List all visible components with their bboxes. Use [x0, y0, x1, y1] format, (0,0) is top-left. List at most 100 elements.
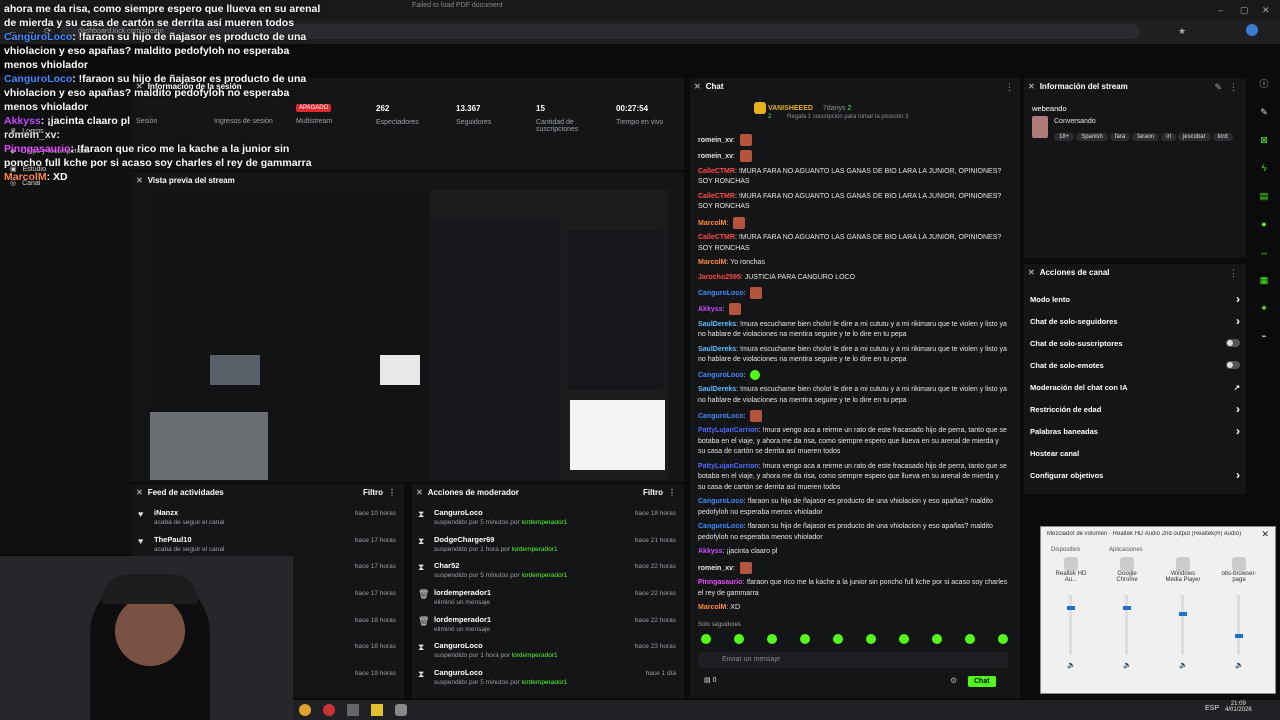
opera-icon[interactable]: [323, 704, 335, 716]
list-item[interactable]: ⧗ CanguroLoco suspendido por 5 minutos por…: [412, 504, 684, 531]
chat-message[interactable]: romein_xv:: [698, 561, 1008, 574]
stream-tag[interactable]: faraon: [1132, 133, 1160, 141]
chat-message[interactable]: CalleCTMR: !MURA FARA NO AGUANTO LAS GAN…: [698, 192, 1008, 213]
slider-knob[interactable]: [1234, 634, 1243, 639]
close-icon[interactable]: ✕: [1028, 268, 1035, 277]
chat-message[interactable]: romein_xv:: [698, 150, 1008, 163]
list-item[interactable]: ⧗ CanguroLoco suspendido por 1 hora por lo…: [412, 637, 684, 664]
chat-bubble-icon[interactable]: ●: [1258, 218, 1270, 230]
stream-tag[interactable]: irl: [1161, 133, 1176, 141]
emote-button[interactable]: [899, 634, 909, 644]
chat-message[interactable]: SaulDereks: !mura escuchame bien cholo! …: [698, 385, 1008, 406]
chat-message[interactable]: SaulDereks: !mura escuchame bien cholo! …: [698, 345, 1008, 366]
emote-button[interactable]: [734, 634, 744, 644]
chat-message[interactable]: CanguroLoco:: [698, 410, 1008, 423]
expand-icon[interactable]: ↔: [1258, 246, 1270, 258]
send-chat-button[interactable]: Chat: [968, 676, 996, 687]
list-item[interactable]: 🗑 lordemperador1 eliminó un mensaje hace 22…: [412, 584, 684, 611]
emote-button[interactable]: [998, 634, 1008, 644]
maximize-icon[interactable]: ▢: [1240, 6, 1249, 15]
list-item[interactable]: ⧗ DodgeCharger69 suspendido por 1 hora por…: [412, 531, 684, 558]
speaker-icon[interactable]: 🔈: [1123, 661, 1132, 669]
emote-button[interactable]: [800, 634, 810, 644]
profile-avatar[interactable]: [1246, 24, 1258, 36]
chat-message[interactable]: Akkyss:: [698, 303, 1008, 316]
chat-message[interactable]: romein_xv:: [698, 134, 1008, 146]
clock[interactable]: 21:09 4/01/2026: [1225, 701, 1252, 713]
volume-slider[interactable]: [1066, 595, 1075, 655]
chat-message[interactable]: CanguroLoco: !faraon su hijo de ñajasor …: [698, 522, 1008, 543]
chrome-icon[interactable]: [299, 704, 311, 716]
list-item[interactable]: ⧗ Char52 suspendido por 5 minutos por lord…: [412, 557, 684, 584]
channel-action-row[interactable]: Hostear canal: [1024, 442, 1246, 464]
layout-icon[interactable]: ▦: [1258, 274, 1270, 286]
slider-knob[interactable]: [1178, 611, 1187, 616]
chevron-right-icon[interactable]: ›: [1236, 402, 1240, 416]
stream-preview-video[interactable]: [150, 190, 668, 480]
close-icon[interactable]: ✕: [1261, 529, 1269, 540]
chat-message[interactable]: CanguroLoco:: [698, 287, 1008, 300]
volume-slider[interactable]: [1178, 595, 1187, 655]
channel-action-row[interactable]: Restricción de edad ›: [1024, 398, 1246, 420]
activity-filter-button[interactable]: Filtro ⋮: [363, 488, 396, 497]
chat-message[interactable]: CalleCTMR: !MURA FARA NO AGUANTO LAS GAN…: [698, 233, 1008, 254]
stream-tag[interactable]: lord: [1212, 133, 1233, 141]
chat-message[interactable]: Pinngasaurio: !faraon que rico me la kac…: [698, 578, 1008, 599]
info-icon[interactable]: ⓘ: [1258, 78, 1270, 90]
slider-knob[interactable]: [1066, 606, 1075, 611]
points-counter[interactable]: ▤ 0: [704, 676, 716, 684]
list-item[interactable]: ♥ ThePaul10 acaba de seguir el canal hace 1…: [132, 531, 404, 558]
minimize-icon[interactable]: –: [1218, 6, 1226, 15]
close-icon[interactable]: ✕: [1262, 6, 1270, 15]
close-box-icon[interactable]: ⊠: [1258, 134, 1270, 146]
emote-button[interactable]: [866, 634, 876, 644]
app-icon[interactable]: [347, 704, 359, 716]
chat-message[interactable]: Jarocho2595: JUSTICIA PARA CANGURO LOCO: [698, 273, 1008, 284]
speaker-icon[interactable]: 🔈: [1235, 661, 1244, 669]
speaker-icon[interactable]: 🔈: [1179, 661, 1188, 669]
chat-message[interactable]: Akkyss: ¡jacinta claaro pl: [698, 547, 1008, 558]
folder-icon[interactable]: [371, 704, 383, 716]
channel-action-row[interactable]: Moderación del chat con IA ↗: [1024, 376, 1246, 398]
more-icon[interactable]: ⋮: [1229, 82, 1238, 93]
clipboard-icon[interactable]: ▤: [1258, 190, 1270, 202]
chevron-right-icon[interactable]: ›: [1236, 314, 1240, 328]
close-icon[interactable]: ✕: [136, 488, 143, 497]
chat-message[interactable]: CanguroLoco: !faraon su hijo de ñajasor …: [698, 497, 1008, 518]
emote-button[interactable]: [932, 634, 942, 644]
stream-tag[interactable]: fara: [1109, 133, 1131, 141]
toggle-switch[interactable]: [1226, 339, 1240, 347]
settings-icon[interactable]: ⚙: [950, 676, 957, 685]
close-icon[interactable]: ✕: [1028, 82, 1035, 91]
close-icon[interactable]: ✕: [694, 82, 701, 91]
volume-slider[interactable]: [1122, 595, 1131, 655]
emote-button[interactable]: [701, 634, 711, 644]
edit-icon[interactable]: ✎: [1258, 106, 1270, 118]
wrench-icon[interactable]: ✦: [1258, 302, 1270, 314]
chat-message[interactable]: CanguroLoco:: [698, 369, 1008, 381]
toggle-switch[interactable]: [1226, 361, 1240, 369]
tab-title[interactable]: Failed to load PDF document: [412, 2, 552, 10]
mod-filter-button[interactable]: Filtro ⋮: [643, 488, 676, 497]
emote-button[interactable]: [965, 634, 975, 644]
emote-button[interactable]: [833, 634, 843, 644]
channel-action-row[interactable]: Chat de solo-seguidores ›: [1024, 310, 1246, 332]
list-item[interactable]: ♥ iNanzx acaba de seguir el canal hace 10 h…: [132, 504, 404, 531]
stream-tag[interactable]: 18+: [1054, 133, 1075, 141]
more-icon[interactable]: ⋮: [1005, 82, 1014, 93]
edit-icon[interactable]: ✎: [1214, 82, 1222, 93]
bolt-icon[interactable]: ϟ: [1258, 162, 1270, 174]
plug-icon[interactable]: ⌁: [1258, 330, 1270, 342]
chevron-right-icon[interactable]: ›: [1236, 468, 1240, 482]
language-indicator[interactable]: ESP: [1205, 705, 1219, 712]
stream-tag[interactable]: Spanish: [1076, 133, 1108, 141]
channel-action-row[interactable]: Configurar objetivos ›: [1024, 464, 1246, 486]
chevron-right-icon[interactable]: ›: [1236, 424, 1240, 438]
star-icon[interactable]: ★: [1178, 26, 1186, 37]
chat-message[interactable]: MarcolM:: [698, 216, 1008, 229]
emote-button[interactable]: [767, 634, 777, 644]
chat-message[interactable]: SaulDereks: !mura escuchame bien cholo! …: [698, 320, 1008, 341]
stream-tag[interactable]: jescobar: [1177, 133, 1211, 141]
chevron-right-icon[interactable]: ›: [1236, 292, 1240, 306]
channel-action-row[interactable]: Palabras baneadas ›: [1024, 420, 1246, 442]
